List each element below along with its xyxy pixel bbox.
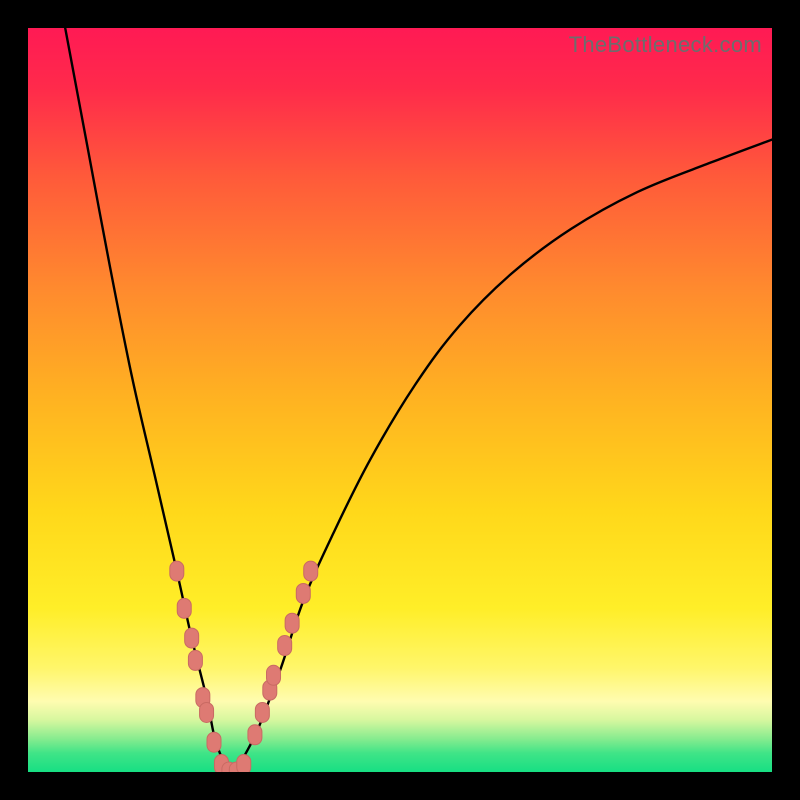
chart-frame: TheBottleneck.com [0,0,800,800]
gradient-background [28,28,772,772]
watermark-text: TheBottleneck.com [569,32,762,58]
plot-area: TheBottleneck.com [28,28,772,772]
